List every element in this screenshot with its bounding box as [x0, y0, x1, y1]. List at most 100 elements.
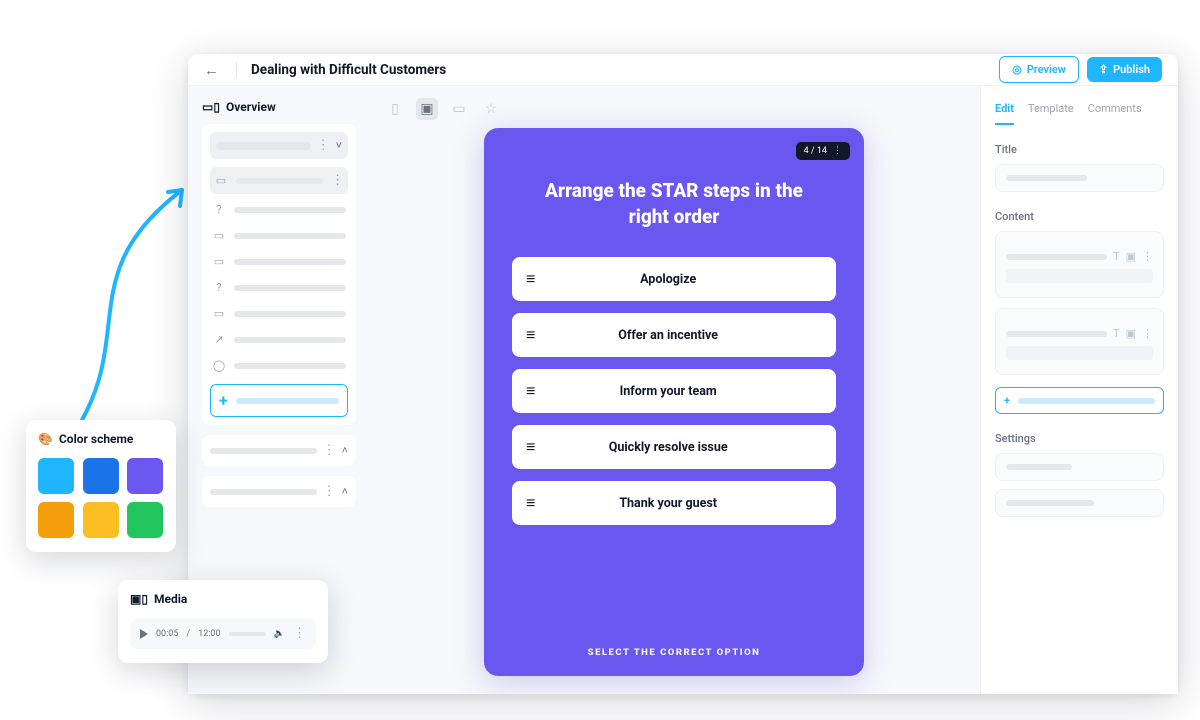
lesson-card-collapsed[interactable]: ⋮˄ — [202, 476, 356, 507]
add-content-button[interactable]: + — [995, 387, 1164, 414]
swatch-grid — [38, 458, 164, 538]
tool-favorite[interactable]: ☆ — [480, 98, 502, 120]
page-icon: ▭ — [214, 174, 228, 187]
add-slide-button[interactable]: + — [210, 384, 348, 417]
question-icon: ? — [212, 281, 226, 294]
color-swatch[interactable] — [38, 502, 74, 538]
editor-window: ← Dealing with Difficult Customers ◎ Pre… — [188, 54, 1178, 694]
canvas-toolbar: ▯ ▣ ▭ ☆ — [384, 98, 502, 120]
option-label: Offer an incentive — [532, 328, 822, 343]
lesson-card-collapsed[interactable]: ⋮˄ — [202, 435, 356, 466]
question-icon: ? — [212, 203, 226, 216]
slide-item[interactable]: ◯ — [210, 355, 348, 376]
color-scheme-panel: 🎨 Color scheme — [26, 420, 176, 552]
option-label: Quickly resolve issue — [532, 440, 822, 455]
tab-comments[interactable]: Comments — [1088, 92, 1142, 125]
overview-text: Overview — [226, 100, 276, 114]
slide-item[interactable]: ? — [210, 277, 348, 298]
preview-button[interactable]: ◎ Preview — [999, 56, 1079, 83]
more-icon[interactable]: ⋮ — [323, 443, 336, 458]
title-input[interactable] — [995, 164, 1164, 192]
text-icon[interactable]: T — [1113, 250, 1120, 263]
content-block[interactable]: T ▣ ⋮ — [995, 308, 1164, 375]
drag-option[interactable]: ≡ Apologize — [512, 257, 836, 301]
lesson-header[interactable]: ⋮ ˅ — [210, 132, 348, 159]
more-icon[interactable]: ⋮ — [317, 138, 330, 153]
drag-option[interactable]: ≡ Inform your team — [512, 369, 836, 413]
time-current: 00:05 — [156, 629, 178, 639]
lesson-card-expanded: ⋮ ˅ ▭⋮ ? ▭ ▭ ? ▭ ↗ ◯ + — [202, 124, 356, 425]
slide-item-active[interactable]: ▭⋮ — [210, 167, 348, 194]
overview-heading: ▭▯ Overview — [202, 100, 356, 114]
content-section-label: Content — [995, 210, 1164, 223]
option-label: Thank your guest — [532, 496, 822, 511]
drag-option[interactable]: ≡ Offer an incentive — [512, 313, 836, 357]
plus-icon: + — [219, 391, 228, 410]
more-icon[interactable]: ⋮ — [833, 146, 842, 156]
back-button[interactable]: ← — [204, 61, 226, 79]
question-title: Arrange the STAR steps in the right orde… — [534, 178, 814, 229]
tool-comment[interactable]: ▭ — [448, 98, 470, 120]
option-label: Inform your team — [532, 384, 822, 399]
setting-row[interactable] — [995, 453, 1164, 481]
publish-label: Publish — [1113, 63, 1150, 76]
option-label: Apologize — [532, 272, 822, 287]
palette-icon: 🎨 — [38, 432, 53, 446]
book-icon: ▭▯ — [202, 100, 220, 114]
more-icon[interactable]: ⋮ — [293, 626, 306, 641]
page-icon: ▭ — [212, 229, 226, 242]
chevron-up-icon[interactable]: ˄ — [342, 444, 348, 457]
settings-section-label: Settings — [995, 432, 1164, 445]
time-total: 12:00 — [198, 629, 220, 639]
tool-layers[interactable]: ▣ — [416, 98, 438, 120]
instruction-text: SELECT THE CORRECT OPTION — [588, 627, 761, 658]
color-swatch[interactable] — [83, 458, 119, 494]
color-swatch[interactable] — [83, 502, 119, 538]
inspector-panel: Edit Template Comments Title Content T ▣ ⋮… — [980, 86, 1178, 694]
volume-icon[interactable]: 🔈 — [274, 629, 285, 639]
play-icon[interactable] — [140, 629, 148, 639]
drag-option[interactable]: ≡ Quickly resolve issue — [512, 425, 836, 469]
more-icon[interactable]: ⋮ — [331, 173, 344, 188]
media-panel: ▣▯ Media 00:05/12:00 🔈 ⋮ — [118, 580, 328, 663]
slide-item[interactable]: ▭ — [210, 251, 348, 272]
page-icon: ▭ — [212, 307, 226, 320]
content-block[interactable]: T ▣ ⋮ — [995, 231, 1164, 298]
more-icon[interactable]: ⋮ — [1142, 327, 1153, 340]
page-icon: ▭ — [212, 255, 226, 268]
tool-distribute[interactable]: ▯ — [384, 98, 406, 120]
image-icon[interactable]: ▣ — [1126, 250, 1136, 263]
preview-label: Preview — [1027, 63, 1066, 76]
pager-text: 4 / 14 — [804, 146, 827, 156]
progress-track[interactable] — [229, 632, 266, 636]
eye-icon: ◎ — [1012, 63, 1022, 76]
tab-template[interactable]: Template — [1028, 92, 1074, 125]
color-swatch[interactable] — [38, 458, 74, 494]
course-title: Dealing with Difficult Customers — [236, 62, 446, 78]
slide-item[interactable]: ▭ — [210, 303, 348, 324]
audio-player[interactable]: 00:05/12:00 🔈 ⋮ — [130, 618, 316, 649]
inspector-tabs: Edit Template Comments — [995, 92, 1164, 125]
color-panel-title: Color scheme — [59, 432, 133, 446]
check-icon: ◯ — [212, 359, 226, 372]
drag-option[interactable]: ≡ Thank your guest — [512, 481, 836, 525]
title-section-label: Title — [995, 143, 1164, 156]
slide-item[interactable]: ↗ — [210, 329, 348, 350]
slide-item[interactable]: ? — [210, 199, 348, 220]
color-swatch[interactable] — [127, 458, 163, 494]
canvas: ▯ ▣ ▭ ☆ 4 / 14 ⋮ Arrange the STAR steps … — [368, 86, 980, 694]
color-swatch[interactable] — [127, 502, 163, 538]
publish-button[interactable]: ⇪ Publish — [1087, 57, 1162, 82]
setting-row[interactable] — [995, 489, 1164, 517]
topbar: ← Dealing with Difficult Customers ◎ Pre… — [188, 54, 1178, 86]
chevron-up-icon[interactable]: ˄ — [342, 485, 348, 498]
media-icon: ▣▯ — [130, 592, 148, 606]
more-icon[interactable]: ⋮ — [323, 484, 336, 499]
image-icon[interactable]: ▣ — [1126, 327, 1136, 340]
text-icon[interactable]: T — [1113, 327, 1120, 340]
chevron-down-icon[interactable]: ˅ — [336, 139, 342, 152]
more-icon[interactable]: ⋮ — [1142, 250, 1153, 263]
tab-edit[interactable]: Edit — [995, 92, 1014, 125]
upload-icon: ⇪ — [1099, 63, 1108, 76]
slide-item[interactable]: ▭ — [210, 225, 348, 246]
